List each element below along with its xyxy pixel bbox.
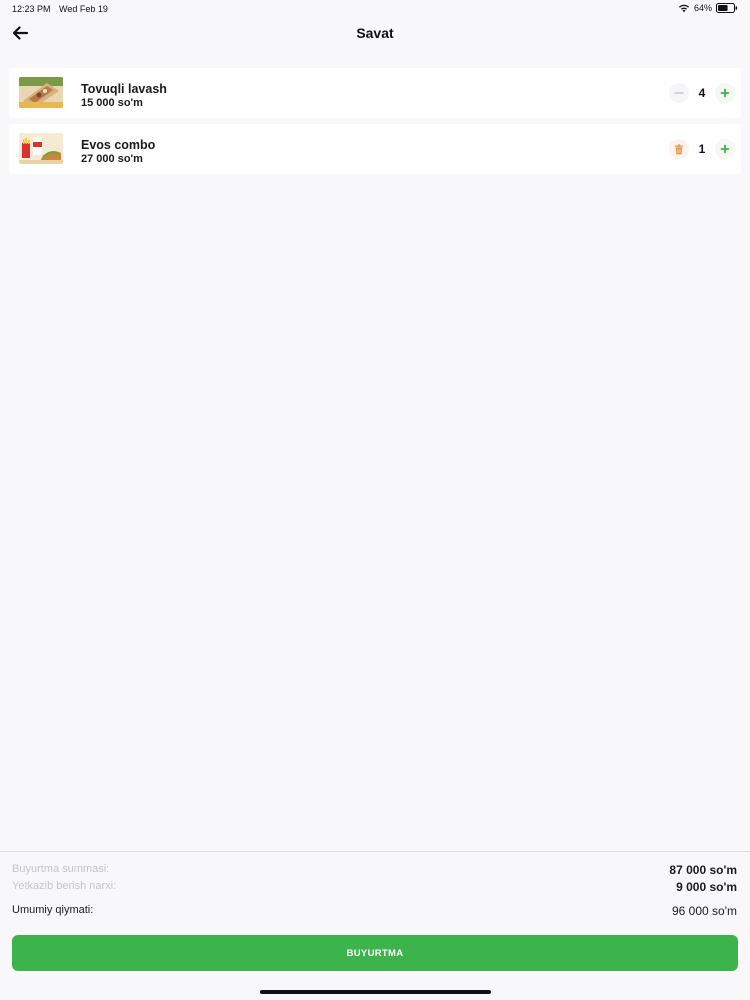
remove-item-button[interactable] <box>669 139 689 159</box>
product-image-combo <box>19 133 63 164</box>
cart-item-evos-combo[interactable]: Evos combo 27 000 so'm 1 <box>9 124 741 174</box>
product-image-lavash <box>19 77 63 108</box>
order-sum-row: Buyurtma summasi: 87 000 so'm <box>12 863 737 877</box>
status-date: Wed Feb 19 <box>59 4 108 14</box>
item-name: Tovuqli lavash <box>81 82 167 96</box>
total-label: Umumiy qiymati: <box>12 904 94 916</box>
cart-item-tovuqli-lavash[interactable]: Tovuqli lavash 15 000 so'm 4 <box>9 68 741 118</box>
battery-icon <box>716 3 738 13</box>
plus-icon <box>720 88 730 98</box>
status-time: 12:23 PM <box>12 4 51 14</box>
order-button[interactable]: BUYURTMA <box>12 935 738 971</box>
order-sum-label: Buyurtma summasi: <box>12 863 110 875</box>
status-indicators: 64% <box>678 3 738 13</box>
total-row: Umumiy qiymati: 96 000 so'm <box>12 904 737 918</box>
home-indicator[interactable] <box>260 990 491 994</box>
total-value: 96 000 so'm <box>672 904 737 918</box>
arrow-left-icon <box>12 26 28 40</box>
quantity-value: 1 <box>698 142 706 156</box>
delivery-label: Yetkazib berish narxi: <box>12 880 117 892</box>
quantity-stepper: 1 <box>669 139 735 159</box>
battery-percent: 64% <box>693 3 712 13</box>
delivery-value: 9 000 so'm <box>676 880 737 894</box>
order-sum-value: 87 000 so'm <box>669 863 737 877</box>
page-title: Savat <box>356 25 394 41</box>
quantity-value: 4 <box>698 86 706 100</box>
plus-icon <box>720 144 730 154</box>
status-bar: 12:23 PM Wed Feb 19 64% <box>0 0 750 18</box>
increment-button[interactable] <box>715 83 735 103</box>
item-price: 15 000 so'm <box>81 97 143 109</box>
order-summary: Buyurtma summasi: 87 000 so'm Yetkazib b… <box>0 851 750 1000</box>
quantity-stepper: 4 <box>669 83 735 103</box>
cart-screen: 12:23 PM Wed Feb 19 64% Savat Tovuqli la… <box>0 0 750 1000</box>
cart-list: Tovuqli lavash 15 000 so'm 4 Evos combo … <box>9 68 741 180</box>
decrement-button[interactable] <box>669 83 689 103</box>
item-name: Evos combo <box>81 138 156 152</box>
increment-button[interactable] <box>715 139 735 159</box>
wifi-icon <box>678 4 689 13</box>
header: Savat <box>0 18 750 50</box>
delivery-row: Yetkazib berish narxi: 9 000 so'm <box>12 880 737 894</box>
minus-icon <box>674 92 684 94</box>
item-price: 27 000 so'm <box>81 153 143 165</box>
back-button[interactable] <box>10 24 30 42</box>
trash-icon <box>675 143 683 154</box>
